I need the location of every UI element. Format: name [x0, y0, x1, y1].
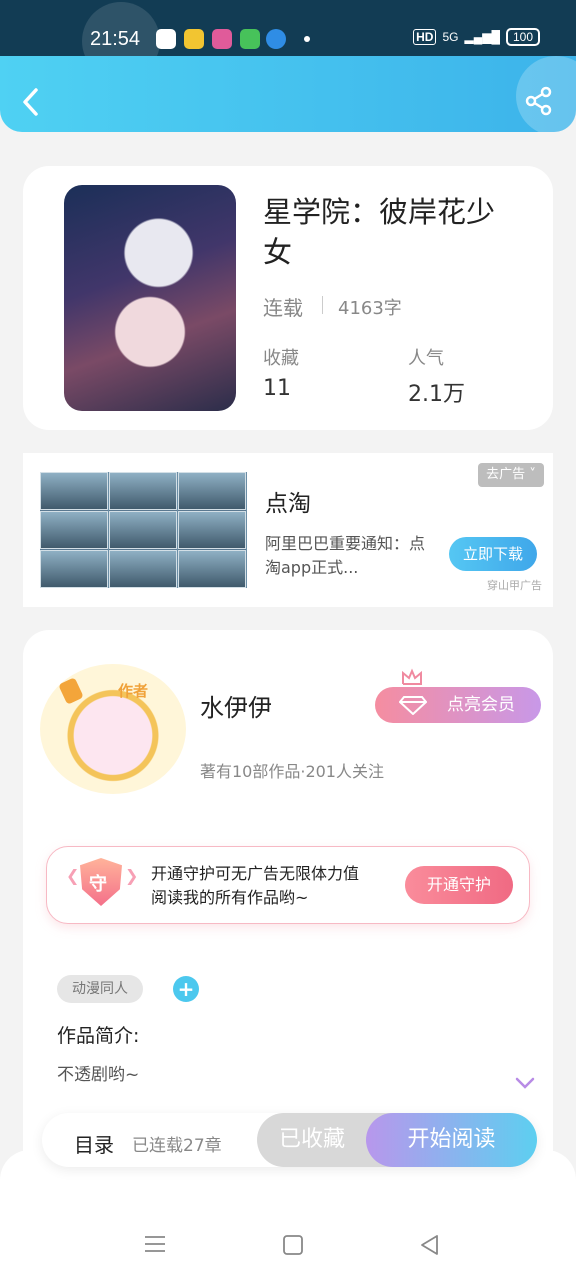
intro-text: 不透剧哟~ — [57, 1065, 140, 1085]
status-time: 21:54 — [90, 28, 141, 50]
wing-icon: ❮ — [66, 866, 80, 885]
hd-icon: HD — [413, 29, 437, 45]
vip-button[interactable]: 点亮会员 — [375, 687, 541, 723]
ad-image[interactable] — [40, 472, 247, 588]
guard-text-line1: 开通守护可无广告无限体力值 — [151, 864, 360, 883]
system-nav-bar — [0, 1150, 576, 1280]
ad-source: 穿山甲广告 — [487, 579, 542, 592]
back-icon[interactable] — [20, 86, 42, 118]
top-header — [0, 56, 576, 132]
battery-icon: 100 — [505, 28, 540, 46]
popularity-label: 人气 — [408, 348, 444, 369]
ad-description: 阿里巴巴重要通知：点淘app正式... — [265, 534, 426, 577]
share-icon[interactable] — [524, 86, 554, 116]
download-button[interactable]: 立即下载 — [449, 537, 537, 571]
book-title: 星学院：彼岸花少女 — [263, 195, 496, 269]
diamond-icon — [399, 696, 427, 715]
home-icon[interactable] — [282, 1234, 304, 1256]
menu-icon[interactable] — [144, 1234, 166, 1254]
guard-icon-text: 守 — [89, 874, 107, 895]
favorites-label: 收藏 — [263, 348, 299, 369]
signal-bars-icon: ▂▄▆█ — [464, 30, 500, 44]
expand-chevron-icon[interactable] — [514, 1076, 536, 1090]
open-guard-button[interactable]: 开通守护 — [405, 866, 513, 904]
app-icon — [212, 29, 232, 49]
wing-icon: ❯ — [125, 866, 139, 885]
catalog-button[interactable]: 目录 — [74, 1129, 114, 1158]
status-bar: 21:54 HD 5G ▂▄▆█ 100 — [0, 0, 576, 80]
book-status: 连载 — [263, 296, 303, 320]
intro-label: 作品简介: — [57, 1025, 140, 1047]
app-icon — [266, 29, 286, 49]
author-badge: 作者 — [118, 682, 149, 700]
ad-title: 点淘 — [265, 491, 311, 517]
remove-ad-label: 去广告 — [486, 467, 526, 482]
remove-ad-button[interactable]: 去广告 ˅ — [478, 463, 544, 487]
chevron-down-icon: ˅ — [525, 467, 536, 482]
vip-label: 点亮会员 — [447, 695, 515, 715]
chapter-count: 已连载27章 — [132, 1136, 222, 1156]
book-cover[interactable] — [64, 185, 236, 411]
signal-icon: 5G — [442, 30, 459, 44]
notification-dot-icon — [304, 36, 310, 42]
crown-icon — [402, 668, 422, 685]
author-stats: 著有10部作品·201人关注 — [200, 762, 384, 781]
add-tag-icon[interactable]: + — [173, 976, 199, 1002]
favorites-value: 11 — [263, 376, 291, 401]
wechat-icon — [156, 29, 176, 49]
app-icon — [184, 29, 204, 49]
guard-text-line2: 阅读我的所有作品哟~ — [151, 888, 309, 907]
app-icon — [240, 29, 260, 49]
guard-text: 开通守护可无广告无限体力值 阅读我的所有作品哟~ — [151, 862, 359, 910]
start-reading-button[interactable]: 开始阅读 — [366, 1113, 537, 1167]
divider — [322, 296, 323, 314]
author-name: 水伊伊 — [200, 694, 272, 722]
popularity-value: 2.1万 — [408, 382, 465, 407]
word-count: 4163字 — [338, 298, 402, 319]
back-triangle-icon[interactable] — [419, 1234, 441, 1256]
tag-chip[interactable]: 动漫同人 — [57, 975, 143, 1003]
